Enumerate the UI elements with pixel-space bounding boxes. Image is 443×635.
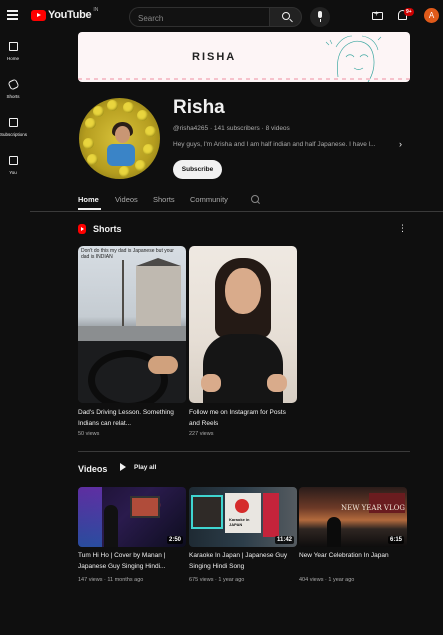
sidebar-item-subscriptions[interactable]: Subscriptions [0,118,28,137]
banner-text: RISHA [192,51,237,63]
subscribe-button[interactable]: Subscribe [173,160,222,179]
short-title[interactable]: Dad's Driving Lesson. Something Indians … [78,408,184,429]
video-meta: 675 views · 1 year ago [189,577,245,583]
sidebar-item-label: Home [6,56,19,61]
play-all-label: Play all [134,463,157,471]
play-all-button[interactable]: Play all [120,463,156,471]
active-tab-indicator [78,208,101,210]
menu-icon[interactable] [7,10,18,20]
youtube-logo[interactable]: YouTube IN [31,7,99,21]
voice-search-icon[interactable] [310,7,330,27]
short-thumbnail[interactable] [189,246,297,403]
channel-meta: @risha4265 · 141 subscribers · 8 videos [173,125,290,132]
video-age: 1 year ago [218,577,245,583]
chevron-right-icon[interactable]: › [399,139,402,149]
video-meta: 147 views · 11 months ago [78,577,144,583]
channel-banner: RISHA [78,32,410,82]
account-avatar[interactable]: A [424,8,439,23]
video-views: 147 views [78,577,103,583]
top-bar: YouTube IN 9+ A [0,0,443,32]
notification-badge: 9+ [404,8,414,16]
create-video-icon[interactable] [372,9,383,20]
short-thumbnail[interactable]: Don't do this my dad is Japanese but you… [78,246,186,403]
home-icon [8,42,18,51]
shorts-icon [7,78,19,91]
tabs-divider [30,211,443,212]
video-duration: 6:15 [387,536,404,544]
shorts-heading: Shorts [93,224,122,234]
video-age: 1 year ago [328,577,355,583]
short-views: 50 views [78,431,100,437]
video-thumbnail[interactable]: 2:50 [78,487,186,547]
logo-country: IN [93,7,99,13]
sidebar-item-home[interactable]: Home [0,42,26,61]
sidebar-item-label: Subscriptions [0,132,28,137]
more-options-icon[interactable]: ⋮ [398,223,407,234]
video-thumbnail[interactable]: NEW YEAR VLOG 6:15 [299,487,407,547]
video-duration: 2:50 [166,536,183,544]
subscriptions-icon [8,118,18,127]
tab-community[interactable]: Community [190,195,228,204]
channel-name: Risha [173,97,225,118]
shorts-section-title: Shorts [78,224,122,234]
tab-shorts[interactable]: Shorts [153,195,175,204]
video-title[interactable]: Karaoke In Japan | Japanese Guy Singing … [189,551,295,572]
shorts-icon [78,224,86,234]
video-title[interactable]: Tum Hi Ho | Cover by Manan | Japanese Gu… [78,551,184,572]
avatar-person [101,120,141,166]
thumbnail-text: NEW YEAR VLOG [341,504,405,512]
youtube-play-icon [31,9,46,21]
search-icon [282,12,290,20]
banner-decoration [78,78,410,80]
channel-description[interactable]: Hey guys, I'm Arisha and I am half india… [173,141,398,148]
videos-heading: Videos [78,464,108,474]
short-views: 227 views [189,431,214,437]
sidebar-item-you[interactable]: You [0,156,26,175]
channel-avatar[interactable] [79,98,160,179]
section-divider [78,451,410,452]
play-icon [120,463,126,471]
sidebar-item-shorts[interactable]: Shorts [0,78,26,99]
video-views: 404 views [299,577,324,583]
search-button[interactable] [269,7,302,27]
tab-videos[interactable]: Videos [115,195,138,204]
short-caption: Don't do this my dad is Japanese but you… [81,248,174,260]
logo-text: YouTube [48,9,92,21]
video-views: 675 views [189,577,214,583]
search-box [129,7,269,28]
search-input[interactable] [130,9,269,28]
video-duration: 11:42 [274,536,294,544]
sidebar-item-label: Shorts [6,94,20,99]
you-icon [8,156,18,165]
video-thumbnail[interactable]: Karaoke in JAPAN 11:42 [189,487,297,547]
short-title[interactable]: Follow me on Instagram for Posts and Ree… [189,408,295,429]
banner-illustration [325,35,382,82]
video-title[interactable]: New Year Celebration In Japan [299,551,405,562]
tab-home[interactable]: Home [78,195,99,204]
thumbnail-text: Karaoke in JAPAN [229,517,250,527]
sidebar-item-label: You [9,170,17,175]
channel-search-icon[interactable] [251,195,259,203]
video-age: 11 months ago [107,577,144,583]
video-meta: 404 views · 1 year ago [299,577,355,583]
